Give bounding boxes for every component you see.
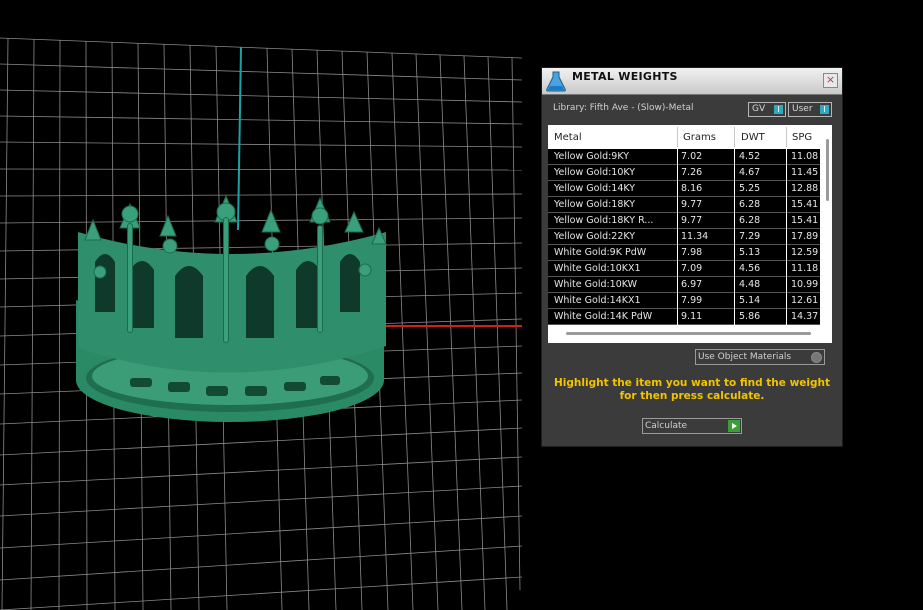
cell-dwt: 4.52 <box>739 151 761 162</box>
table-row[interactable]: White Gold:10KX1 7.09 4.56 11.18 <box>548 261 820 277</box>
cell-dwt: 7.29 <box>739 231 761 242</box>
cell-metal: Yellow Gold:22KY <box>554 231 636 242</box>
cell-grams: 7.98 <box>681 247 703 258</box>
table-row[interactable]: White Gold:10KW 6.97 4.48 10.99 <box>548 277 820 293</box>
library-label: Library: Fifth Ave - (Slow)-Metal <box>553 103 694 113</box>
cell-grams: 7.09 <box>681 263 703 274</box>
cell-spg: 15.41 <box>791 199 819 210</box>
user-toggle[interactable]: User I <box>788 102 832 117</box>
close-icon[interactable]: × <box>823 73 838 88</box>
table-row[interactable]: White Gold:9K PdW 7.98 5.13 12.59 <box>548 245 820 261</box>
calculate-label: Calculate <box>645 421 688 431</box>
cell-dwt: 6.28 <box>739 199 761 210</box>
gv-toggle-knob[interactable]: I <box>774 105 783 114</box>
cell-metal: Yellow Gold:18KY R... <box>554 215 654 226</box>
instruction-text: Highlight the item you want to find the … <box>552 377 832 403</box>
cell-dwt: 5.13 <box>739 247 761 258</box>
cell-dwt: 4.48 <box>739 279 761 290</box>
gv-toggle[interactable]: GV I <box>748 102 786 117</box>
cell-metal: White Gold:14K PdW <box>554 311 653 322</box>
radio-icon[interactable] <box>811 352 822 363</box>
cell-metal: Yellow Gold:10KY <box>554 167 636 178</box>
table-row[interactable]: Yellow Gold:14KY 8.16 5.25 12.88 <box>548 181 820 197</box>
cell-metal: Yellow Gold:14KY <box>554 183 636 194</box>
table-body: Yellow Gold:9KY 7.02 4.52 11.08 Yellow Gold… <box>548 149 820 325</box>
cell-grams: 9.77 <box>681 215 703 226</box>
cell-grams: 7.99 <box>681 295 703 306</box>
cell-dwt: 6.28 <box>739 215 761 226</box>
cell-spg: 14.37 <box>791 311 819 322</box>
table-row[interactable]: Yellow Gold:18KY R... 9.77 6.28 15.41 <box>548 213 820 229</box>
table-row[interactable]: Yellow Gold:18KY 9.77 6.28 15.41 <box>548 197 820 213</box>
column-gridline <box>677 149 678 325</box>
cell-spg: 10.99 <box>791 279 819 290</box>
table-row[interactable]: White Gold:14KX1 7.99 5.14 12.61 <box>548 293 820 309</box>
user-toggle-label: User <box>792 104 813 114</box>
cell-spg: 12.59 <box>791 247 819 258</box>
cell-dwt: 5.25 <box>739 183 761 194</box>
cell-grams: 7.26 <box>681 167 703 178</box>
table-row[interactable]: Yellow Gold:10KY 7.26 4.67 11.45 <box>548 165 820 181</box>
table-row[interactable]: Yellow Gold:22KY 11.34 7.29 17.89 <box>548 229 820 245</box>
cell-grams: 11.34 <box>681 231 709 242</box>
calculate-button[interactable]: Calculate <box>642 418 742 434</box>
column-gridline <box>734 149 735 325</box>
cell-metal: Yellow Gold:18KY <box>554 199 636 210</box>
cell-spg: 12.61 <box>791 295 819 306</box>
cell-grams: 7.02 <box>681 151 703 162</box>
column-header-metal[interactable]: Metal <box>554 132 582 143</box>
column-header-grams[interactable]: Grams <box>683 132 716 143</box>
metal-table[interactable]: Metal Grams DWT SPG Yellow Gold:9KY 7.02 4… <box>548 125 832 343</box>
play-icon[interactable] <box>728 420 740 432</box>
cell-spg: 17.89 <box>791 231 819 242</box>
cell-spg: 11.45 <box>791 167 819 178</box>
column-header-spg[interactable]: SPG <box>792 132 812 143</box>
cell-grams: 6.97 <box>681 279 703 290</box>
cell-metal: White Gold:10KX1 <box>554 263 641 274</box>
cell-dwt: 4.56 <box>739 263 761 274</box>
cell-grams: 9.11 <box>681 311 703 322</box>
cell-spg: 11.18 <box>791 263 819 274</box>
use-object-materials-label: Use Object Materials <box>698 352 792 362</box>
column-divider[interactable] <box>677 127 678 147</box>
cell-spg: 15.41 <box>791 215 819 226</box>
column-gridline <box>786 149 787 325</box>
column-divider[interactable] <box>786 127 787 147</box>
column-divider[interactable] <box>734 127 735 147</box>
cell-grams: 9.77 <box>681 199 703 210</box>
panel-title: METAL WEIGHTS <box>572 70 678 83</box>
cell-metal: White Gold:14KX1 <box>554 295 641 306</box>
crown-ring-model[interactable] <box>76 194 387 422</box>
panel-titlebar[interactable]: METAL WEIGHTS × <box>542 68 842 95</box>
metal-weights-panel: METAL WEIGHTS × Library: Fifth Ave - (Sl… <box>541 67 843 447</box>
cell-spg: 12.88 <box>791 183 819 194</box>
cell-metal: White Gold:10KW <box>554 279 638 290</box>
flask-icon <box>546 71 566 92</box>
use-object-materials-toggle[interactable]: Use Object Materials <box>695 349 825 365</box>
instruction-line-2: for then press calculate. <box>619 390 765 402</box>
cell-dwt: 4.67 <box>739 167 761 178</box>
cell-spg: 11.08 <box>791 151 819 162</box>
cell-dwt: 5.14 <box>739 295 761 306</box>
cell-metal: White Gold:9K PdW <box>554 247 647 258</box>
user-toggle-knob[interactable]: I <box>820 105 829 114</box>
cell-dwt: 5.86 <box>739 311 761 322</box>
y-axis-line <box>237 46 242 231</box>
table-row[interactable]: White Gold:14K PdW 9.11 5.86 14.37 <box>548 309 820 325</box>
horizontal-scrollbar[interactable] <box>566 332 811 335</box>
vertical-scrollbar[interactable] <box>826 139 829 201</box>
cell-metal: Yellow Gold:9KY <box>554 151 630 162</box>
column-header-dwt[interactable]: DWT <box>741 132 765 143</box>
gv-toggle-label: GV <box>752 104 766 114</box>
instruction-line-1: Highlight the item you want to find the … <box>554 377 830 389</box>
table-header: Metal Grams DWT SPG <box>548 125 832 201</box>
cell-grams: 8.16 <box>681 183 703 194</box>
table-row[interactable]: Yellow Gold:9KY 7.02 4.52 11.08 <box>548 149 820 165</box>
